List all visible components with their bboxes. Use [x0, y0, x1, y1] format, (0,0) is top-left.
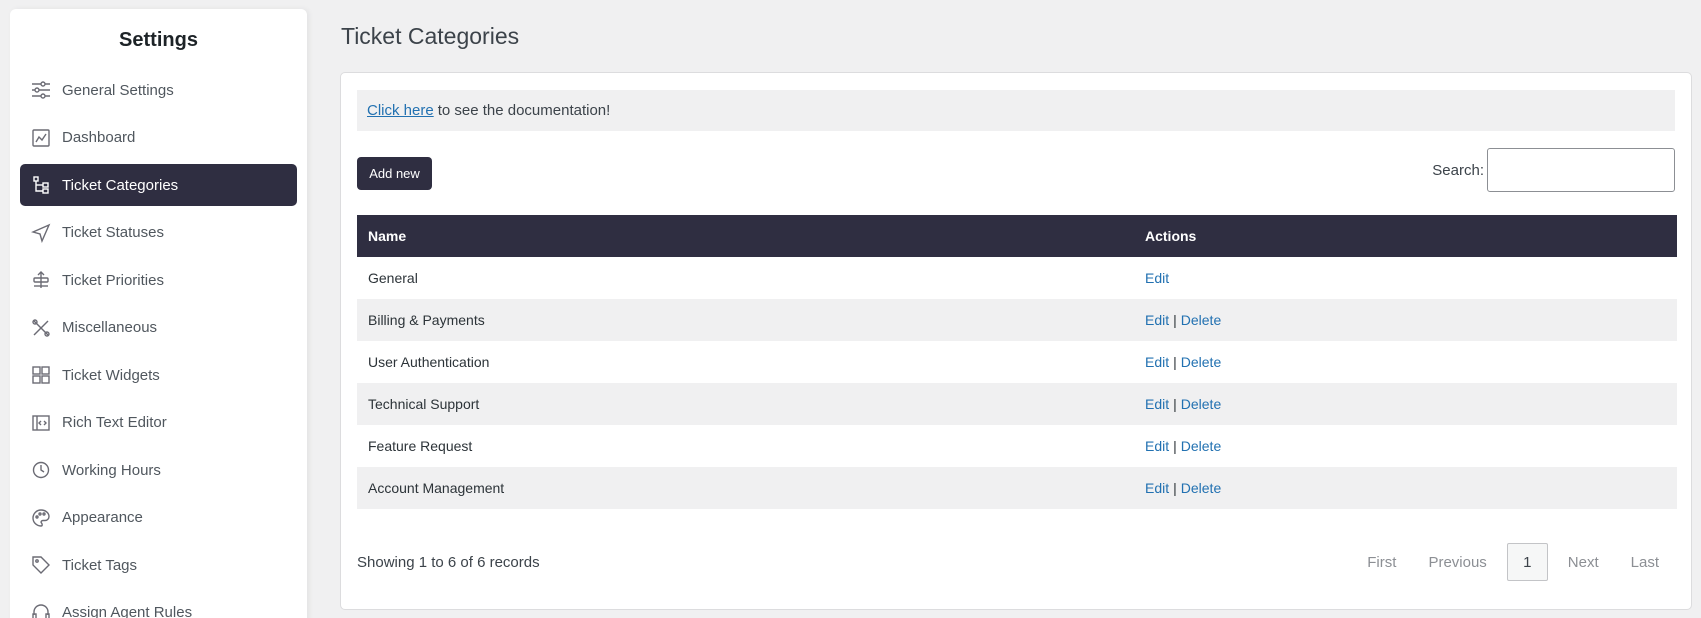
- category-name-cell: Feature Request: [368, 438, 473, 454]
- sidebar-item-label: Dashboard: [62, 129, 136, 146]
- sidebar-item-assign-agent-rules[interactable]: Assign Agent Rules: [20, 592, 297, 618]
- clock-icon: [30, 459, 52, 481]
- actions-cell: Edit | Delete: [1134, 299, 1677, 341]
- sidebar-item-label: General Settings: [62, 81, 174, 99]
- edit-link[interactable]: Edit: [1145, 312, 1169, 328]
- table-body: General Edit Billing & Payments Edit | Delete…: [357, 257, 1677, 509]
- actions-cell: Edit | Delete: [1134, 341, 1677, 383]
- category-name-cell: Technical Support: [368, 396, 480, 412]
- priority-icon: [30, 269, 52, 291]
- search-label: Search:: [1432, 161, 1484, 179]
- tag-icon: [30, 554, 52, 576]
- sidebar-item-label: Ticket Categories: [62, 176, 179, 194]
- documentation-notice-text: to see the documentation!: [437, 102, 611, 119]
- sidebar-item-ticket-statuses[interactable]: Ticket Statuses: [20, 212, 297, 254]
- sidebar-item-working-hours[interactable]: Working Hours: [20, 449, 297, 491]
- sidebar-item-ticket-priorities[interactable]: Ticket Priorities: [20, 259, 297, 301]
- sliders-icon: [30, 79, 52, 101]
- actions-cell: Edit: [1134, 257, 1677, 299]
- action-separator: |: [1173, 396, 1177, 412]
- column-header-actions: Actions: [1134, 215, 1677, 257]
- sidebar-item-label: Miscellaneous: [62, 319, 158, 336]
- categories-table: Name Actions General Edit Billing & Paymen…: [357, 215, 1677, 509]
- delete-link[interactable]: Delete: [1181, 312, 1221, 328]
- sidebar-item-label: Ticket Widgets: [62, 366, 160, 384]
- page-title: Ticket Categories: [341, 23, 520, 49]
- sidebar-item-rich-text-editor[interactable]: Rich Text Editor: [20, 402, 297, 444]
- sidebar-item-label: Ticket Statuses: [62, 224, 164, 241]
- delete-link[interactable]: Delete: [1181, 480, 1221, 496]
- sidebar-item-ticket-widgets[interactable]: Ticket Widgets: [20, 354, 297, 396]
- pagination-previous[interactable]: Previous: [1412, 554, 1502, 571]
- pagination-first[interactable]: First: [1351, 554, 1412, 571]
- table-row: Technical Support Edit | Delete: [357, 383, 1677, 425]
- code-icon: [30, 412, 52, 434]
- tree-icon: [30, 174, 52, 196]
- table-header-row: Name Actions: [357, 215, 1677, 257]
- pagination-next[interactable]: Next: [1552, 554, 1615, 571]
- category-name-cell: User Authentication: [368, 354, 490, 370]
- sidebar-item-label: Appearance: [62, 509, 143, 526]
- edit-link[interactable]: Edit: [1145, 438, 1169, 454]
- chart-icon: [30, 127, 52, 149]
- sidebar-title: Settings: [119, 29, 198, 51]
- sidebar-item-ticket-tags[interactable]: Ticket Tags: [20, 544, 297, 586]
- edit-link[interactable]: Edit: [1145, 354, 1169, 370]
- category-name-cell: Billing & Payments: [368, 312, 485, 328]
- sidebar-item-label: Working Hours: [62, 461, 161, 479]
- pagination: First Previous 1 Next Last: [1351, 543, 1675, 581]
- actions-cell: Edit | Delete: [1134, 425, 1677, 467]
- action-separator: |: [1173, 480, 1177, 496]
- sidebar-item-dashboard[interactable]: Dashboard: [20, 117, 297, 159]
- actions-cell: Edit | Delete: [1134, 383, 1677, 425]
- search-input[interactable]: [1487, 148, 1675, 192]
- sidebar-item-label: Ticket Tags: [62, 556, 138, 574]
- sidebar-item-label: Assign Agent Rules: [62, 604, 193, 618]
- edit-link[interactable]: Edit: [1145, 270, 1169, 286]
- category-name-cell: General: [368, 270, 418, 286]
- widgets-icon: [30, 364, 52, 386]
- sidebar-item-ticket-categories[interactable]: Ticket Categories: [20, 164, 297, 206]
- palette-icon: [30, 507, 52, 529]
- delete-link[interactable]: Delete: [1181, 396, 1221, 412]
- pagination-current-page[interactable]: 1: [1506, 543, 1548, 581]
- search-area: Search:: [1432, 148, 1675, 192]
- documentation-link[interactable]: Click here: [367, 102, 434, 119]
- delete-link[interactable]: Delete: [1181, 438, 1221, 454]
- headset-icon: [30, 602, 52, 618]
- category-name-cell: Account Management: [368, 480, 505, 496]
- pagination-last[interactable]: Last: [1615, 554, 1675, 571]
- edit-link[interactable]: Edit: [1145, 396, 1169, 412]
- table-row: User Authentication Edit | Delete: [357, 341, 1677, 383]
- sidebar-item-miscellaneous[interactable]: Miscellaneous: [20, 307, 297, 349]
- documentation-notice: Click here to see the documentation!: [357, 90, 1675, 131]
- edit-link[interactable]: Edit: [1145, 480, 1169, 496]
- delete-link[interactable]: Delete: [1181, 354, 1221, 370]
- table-row: Account Management Edit | Delete: [357, 467, 1677, 509]
- column-header-name[interactable]: Name: [357, 215, 1134, 257]
- actions-cell: Edit | Delete: [1134, 467, 1677, 509]
- records-summary: Showing 1 to 6 of 6 records: [357, 554, 540, 571]
- table-row: Billing & Payments Edit | Delete: [357, 299, 1677, 341]
- table-row: General Edit: [357, 257, 1677, 299]
- sidebar-item-appearance[interactable]: Appearance: [20, 497, 297, 539]
- table-row: Feature Request Edit | Delete: [357, 425, 1677, 467]
- sidebar-item-label: Ticket Priorities: [62, 271, 164, 289]
- action-separator: |: [1173, 438, 1177, 454]
- settings-sidebar: Settings General Settings Dashboard Tick…: [10, 9, 307, 618]
- tools-icon: [30, 317, 52, 339]
- sidebar-item-general-settings[interactable]: General Settings: [20, 69, 297, 111]
- action-separator: |: [1173, 354, 1177, 370]
- add-new-button[interactable]: Add new: [357, 157, 432, 190]
- action-separator: |: [1173, 312, 1177, 328]
- sidebar-item-label: Rich Text Editor: [62, 414, 167, 431]
- send-icon: [30, 222, 52, 244]
- categories-panel: Click here to see the documentation! Add…: [340, 72, 1692, 610]
- sidebar-nav: General Settings Dashboard Ticket Catego…: [10, 69, 307, 618]
